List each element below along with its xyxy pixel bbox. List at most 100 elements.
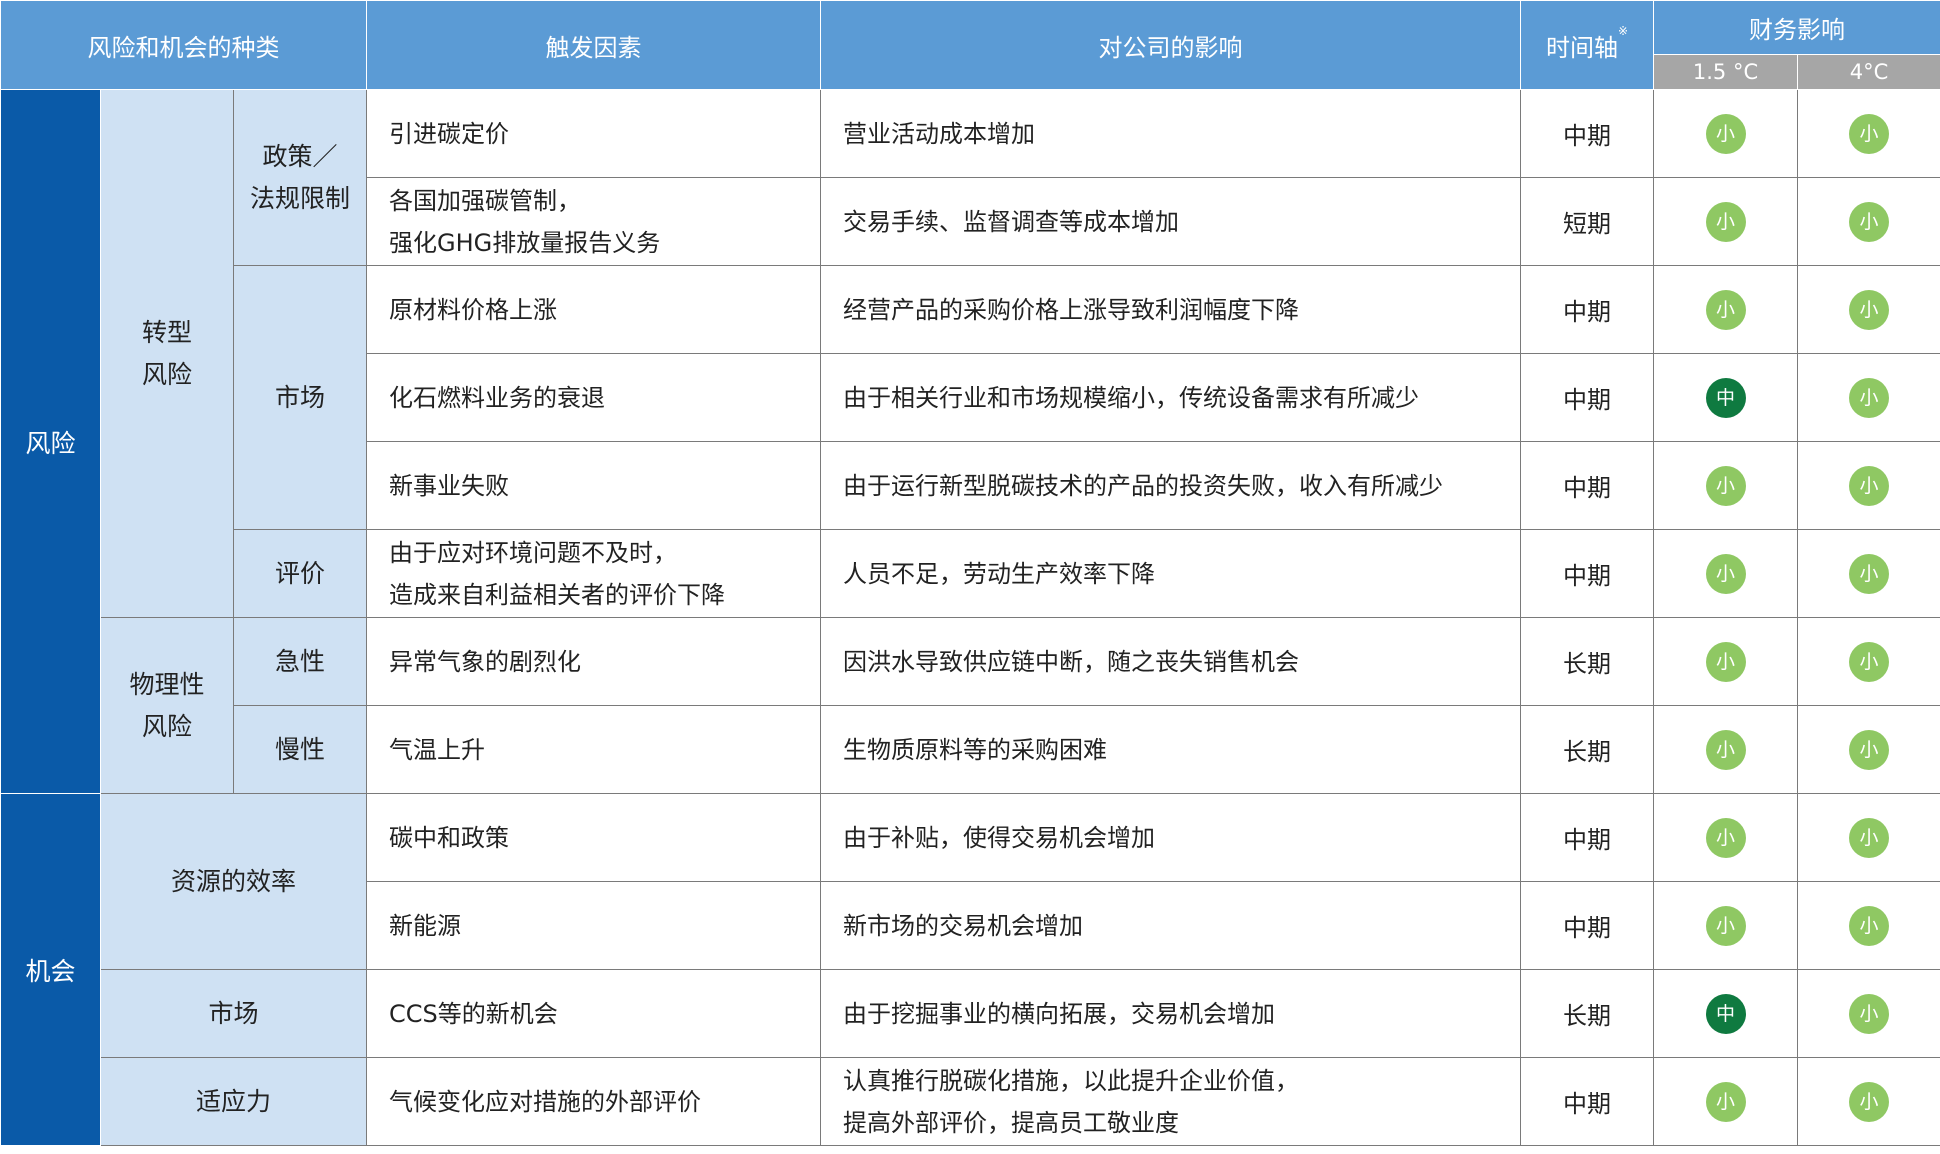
impact-cell: 营业活动成本增加 [820, 89, 1522, 178]
impact-4c-cell: 小 [1797, 529, 1940, 618]
header-row: 风险和机会的种类 触发因素 对公司的影响 时间轴※ 财务影响 [0, 0, 1940, 90]
impact-4c-cell: 小 [1797, 793, 1940, 882]
category-resilience: 适应力 [99, 1057, 368, 1146]
impact-1-5c-cell: 小 [1653, 529, 1799, 618]
category-acute: 急性 [232, 617, 368, 706]
impact-badge: 小 [1849, 1081, 1890, 1122]
impact-1-5c-cell: 小 [1653, 89, 1799, 178]
trigger-cell: 引进碳定价 [366, 89, 822, 178]
impact-4c-cell: 小 [1797, 265, 1940, 354]
trigger-cell: 化石燃料业务的衰退 [366, 353, 822, 442]
impact-badge: 小 [1705, 729, 1746, 770]
category-opportunity-market: 市场 [99, 969, 368, 1058]
category-reputation: 评价 [232, 529, 368, 618]
header-type: 风险和机会的种类 [0, 0, 368, 90]
impact-badge: 小 [1849, 641, 1890, 682]
impact-badge: 小 [1849, 465, 1890, 506]
impact-cell: 由于运行新型脱碳技术的产品的投资失败，收入有所减少 [820, 441, 1522, 530]
time-cell: 中期 [1520, 529, 1655, 618]
impact-badge: 小 [1849, 201, 1890, 242]
category-policy-law: 政策／ 法规限制 [232, 89, 368, 266]
table-row: 市场 原材料价格上涨 经营产品的采购价格上涨导致利润幅度下降 中期 小 小 [1, 265, 1940, 530]
impact-badge: 中 [1705, 377, 1746, 418]
impact-4c-cell: 小 [1797, 881, 1940, 970]
category-physical-risk: 物理性 风险 [100, 617, 234, 794]
impact-badge: 小 [1849, 905, 1890, 946]
impact-1-5c-cell: 小 [1653, 1057, 1799, 1146]
header-financial: 财务影响 [1653, 0, 1940, 55]
time-cell: 长期 [1520, 969, 1655, 1058]
impact-badge: 小 [1849, 817, 1890, 858]
time-cell: 短期 [1520, 177, 1655, 266]
header-impact: 对公司的影响 [820, 0, 1522, 90]
time-cell: 长期 [1520, 705, 1655, 794]
trigger-cell: 异常气象的剧烈化 [366, 617, 822, 706]
header-time: 时间轴※ [1520, 0, 1655, 90]
impact-1-5c-cell: 小 [1653, 177, 1799, 266]
impact-cell: 由于挖掘事业的横向拓展，交易机会增加 [820, 969, 1522, 1058]
trigger-cell: CCS等的新机会 [366, 969, 822, 1058]
impact-4c-cell: 小 [1797, 617, 1940, 706]
time-cell: 中期 [1520, 881, 1655, 970]
time-cell: 长期 [1520, 617, 1655, 706]
table-row: 适应力 气候变化应对措施的外部评价 认真推行脱碳化措施，以此提升企业价值， 提高… [1, 1057, 1940, 1146]
impact-4c-cell: 小 [1797, 177, 1940, 266]
impact-cell: 认真推行脱碳化措施，以此提升企业价值， 提高外部评价，提高员工敬业度 [820, 1057, 1522, 1146]
time-cell: 中期 [1520, 89, 1655, 178]
impact-1-5c-cell: 小 [1653, 793, 1799, 882]
category-chronic: 慢性 [232, 705, 368, 794]
impact-badge: 小 [1705, 465, 1746, 506]
impact-4c-cell: 小 [1797, 353, 1940, 442]
climate-risk-opportunity-table: 风险和机会的种类 触发因素 对公司的影响 时间轴※ 财务影响 1.5 °C 4°… [0, 0, 1940, 1146]
impact-4c-cell: 小 [1797, 89, 1940, 178]
impact-badge: 中 [1705, 993, 1746, 1034]
impact-1-5c-cell: 小 [1653, 705, 1799, 794]
impact-badge: 小 [1849, 553, 1890, 594]
category-risk: 风险 [0, 89, 101, 794]
table-row: 市场 CCS等的新机会 由于挖掘事业的横向拓展，交易机会增加 长期 中 小 [1, 969, 1940, 1058]
impact-badge: 小 [1849, 113, 1890, 154]
header-4c: 4°C [1797, 54, 1940, 90]
impact-cell: 交易手续、监督调查等成本增加 [820, 177, 1522, 266]
table-row: 评价 由于应对环境问题不及时， 造成来自利益相关者的评价下降 人员不足，劳动生产… [1, 529, 1940, 618]
header-trigger: 触发因素 [366, 0, 822, 90]
impact-cell: 新市场的交易机会增加 [820, 881, 1522, 970]
table-row: 风险 转型 风险 政策／ 法规限制 引进碳定价 营业活动成本增加 中期 小 小 [0, 89, 1940, 794]
impact-badge: 小 [1705, 905, 1746, 946]
time-cell: 中期 [1520, 265, 1655, 354]
impact-cell: 人员不足，劳动生产效率下降 [820, 529, 1522, 618]
header-time-label: 时间轴 [1545, 33, 1618, 62]
trigger-cell: 气候变化应对措施的外部评价 [366, 1057, 822, 1146]
impact-4c-cell: 小 [1797, 1057, 1940, 1146]
trigger-cell: 各国加强碳管制， 强化GHG排放量报告义务 [366, 177, 822, 266]
category-resource-efficiency: 资源的效率 [99, 793, 368, 970]
impact-badge: 小 [1849, 377, 1890, 418]
header-1-5c: 1.5 °C [1653, 54, 1799, 90]
trigger-cell: 新能源 [366, 881, 822, 970]
table-row: 物理性 风险 急性 异常气象的剧烈化 因洪水导致供应链中断，随之丧失销售机会 长… [1, 617, 1940, 794]
trigger-cell: 由于应对环境问题不及时， 造成来自利益相关者的评价下降 [366, 529, 822, 618]
category-opportunity: 机会 [0, 793, 101, 1146]
trigger-cell: 原材料价格上涨 [366, 265, 822, 354]
category-market: 市场 [232, 265, 368, 530]
impact-4c-cell: 小 [1797, 441, 1940, 530]
impact-badge: 小 [1849, 993, 1890, 1034]
impact-badge: 小 [1705, 113, 1746, 154]
impact-badge: 小 [1705, 201, 1746, 242]
impact-badge: 小 [1705, 817, 1746, 858]
table-row: 慢性 气温上升 生物质原料等的采购困难 长期 小 小 [1, 705, 1940, 794]
impact-1-5c-cell: 小 [1653, 441, 1799, 530]
time-cell: 中期 [1520, 793, 1655, 882]
impact-1-5c-cell: 中 [1653, 969, 1799, 1058]
impact-cell: 因洪水导致供应链中断，随之丧失销售机会 [820, 617, 1522, 706]
trigger-cell: 碳中和政策 [366, 793, 822, 882]
category-transition-risk: 转型 风险 [100, 89, 234, 618]
impact-1-5c-cell: 中 [1653, 353, 1799, 442]
impact-badge: 小 [1705, 289, 1746, 330]
trigger-cell: 新事业失败 [366, 441, 822, 530]
impact-badge: 小 [1849, 289, 1890, 330]
time-cell: 中期 [1520, 441, 1655, 530]
impact-1-5c-cell: 小 [1653, 617, 1799, 706]
impact-cell: 由于相关行业和市场规模缩小，传统设备需求有所减少 [820, 353, 1522, 442]
impact-badge: 小 [1705, 1081, 1746, 1122]
